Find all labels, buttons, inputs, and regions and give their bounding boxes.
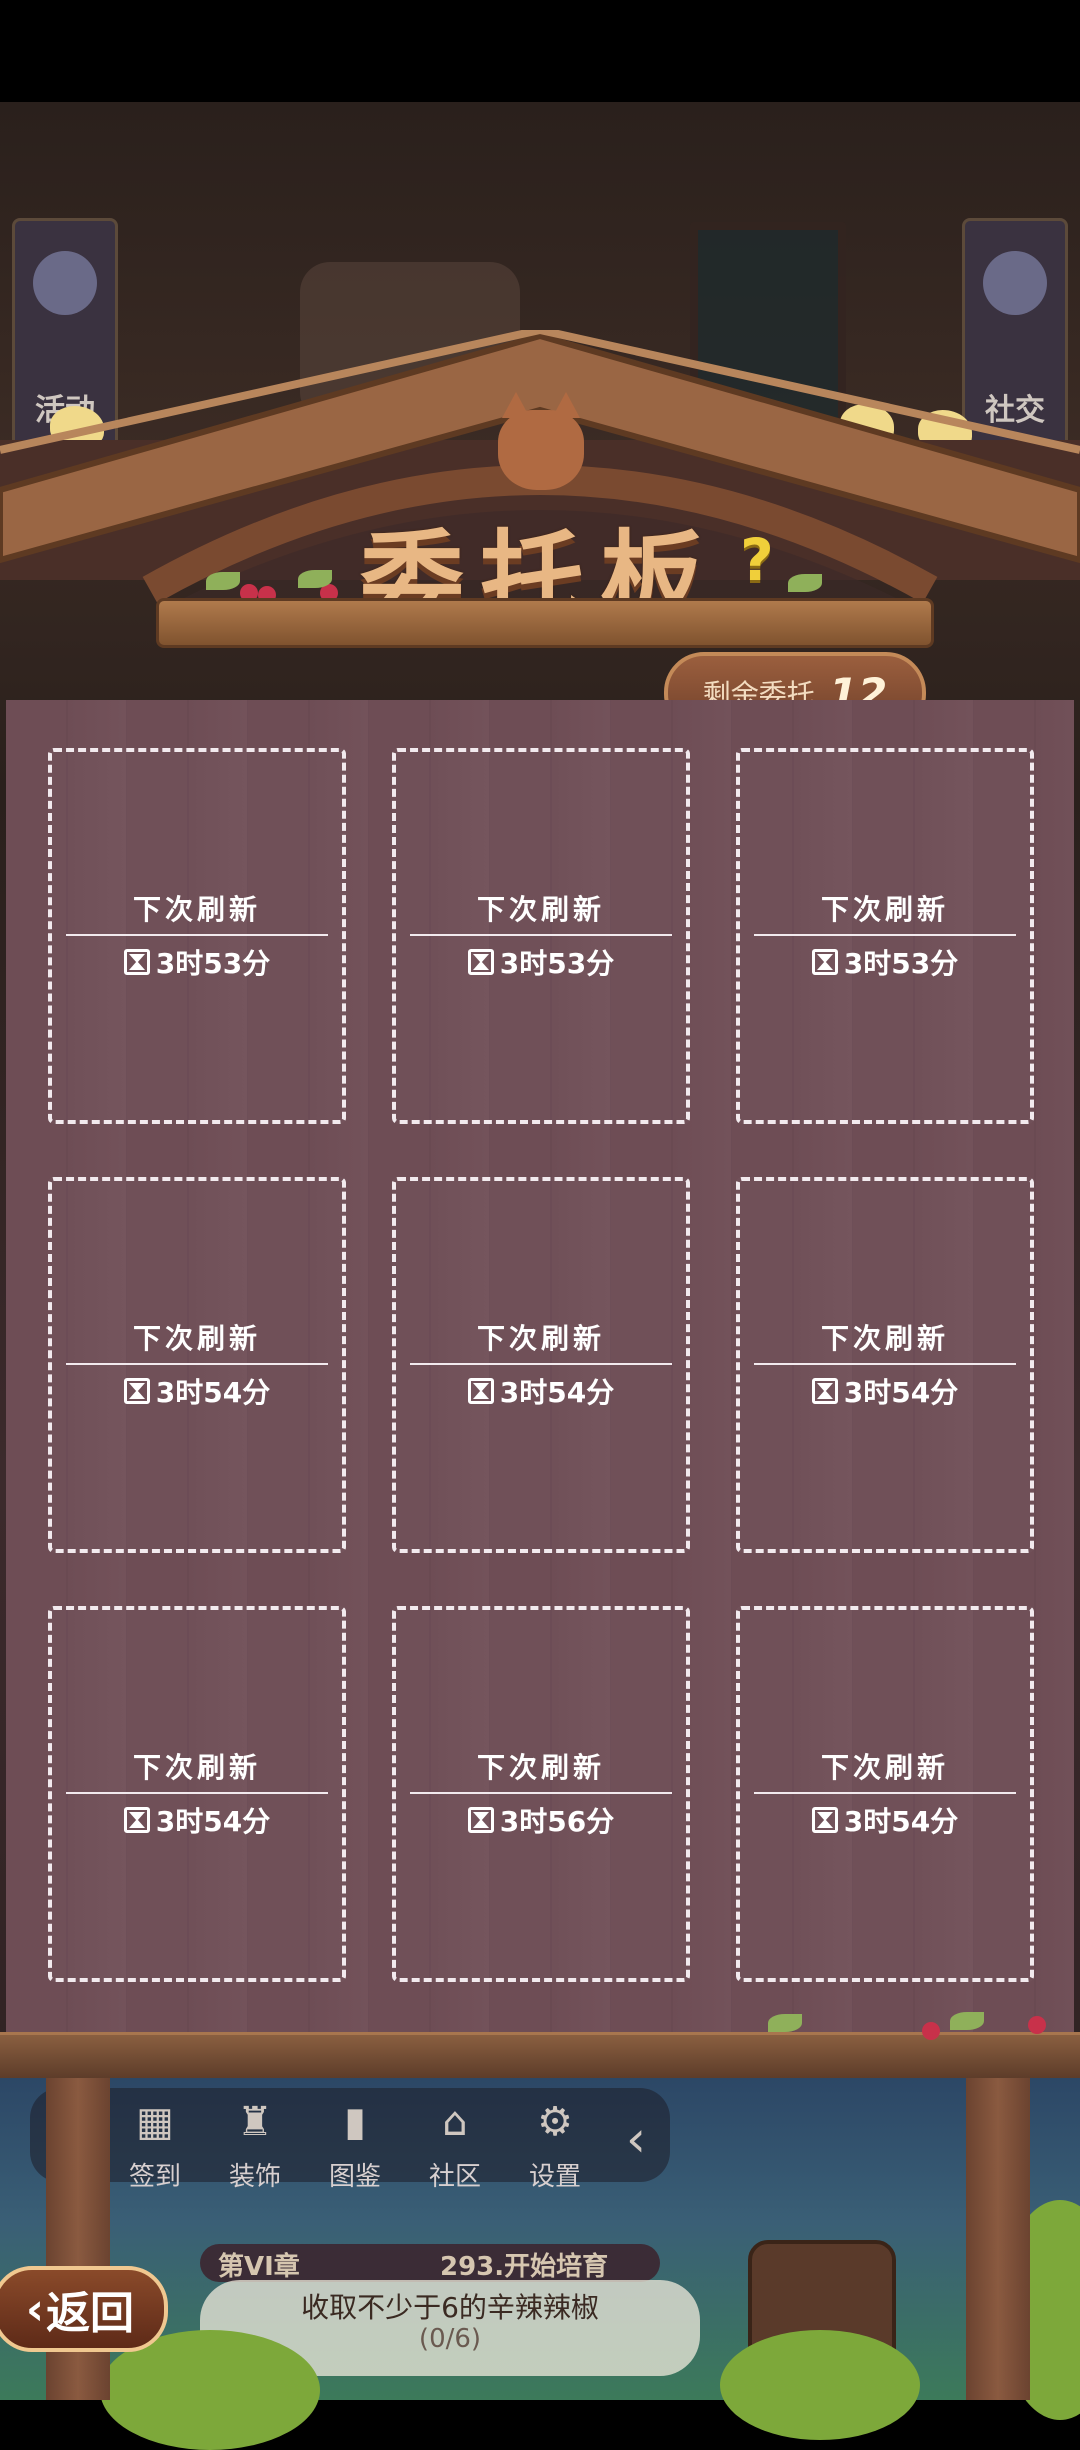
refresh-timer: 3时56分	[396, 1800, 686, 1840]
menu-collection-button[interactable]: ▮ 图鉴	[310, 2098, 400, 2193]
next-refresh-label: 下次刷新	[820, 1322, 949, 1355]
divider	[754, 1792, 1016, 1794]
refresh-timer: 3时53分	[396, 942, 686, 982]
commission-slot[interactable]: 下次刷新 3时54分	[736, 1177, 1034, 1553]
divider	[66, 934, 328, 936]
refresh-time: 3时54分	[499, 1376, 615, 1409]
divider	[410, 1363, 672, 1365]
divider	[754, 934, 1016, 936]
hourglass-icon	[811, 949, 838, 975]
next-refresh-label: 下次刷新	[476, 1751, 605, 1784]
board-post-right	[966, 2078, 1030, 2400]
refresh-time: 3时54分	[843, 1805, 959, 1838]
divider	[410, 1792, 672, 1794]
refresh-time: 3时53分	[499, 947, 615, 980]
bush-decoration	[720, 2330, 920, 2440]
hourglass-icon	[467, 1378, 494, 1404]
next-refresh-label: 下次刷新	[132, 1322, 261, 1355]
menu-item-label: 装饰	[228, 2162, 281, 2192]
leaf-decoration	[788, 574, 822, 592]
commission-slot[interactable]: 下次刷新 3时54分	[736, 1606, 1034, 1982]
refresh-time: 3时56分	[499, 1805, 615, 1838]
refresh-timer: 3时53分	[52, 942, 342, 982]
next-refresh-label: 下次刷新	[132, 893, 261, 926]
board-beam	[0, 2032, 1080, 2081]
next-refresh-label: 下次刷新	[476, 1322, 605, 1355]
menu-decor-button[interactable]: ♜ 装饰	[210, 2098, 300, 2193]
hourglass-icon	[811, 1807, 838, 1833]
leaf-decoration	[206, 572, 240, 590]
back-button[interactable]: ‹ 返回	[0, 2266, 168, 2352]
commission-slot[interactable]: 下次刷新 3时53分	[392, 748, 690, 1124]
commission-slot[interactable]: 下次刷新 3时54分	[48, 1606, 346, 1982]
cat-emblem	[498, 392, 584, 490]
refresh-time: 3时54分	[155, 1376, 271, 1409]
quest-description: 收取不少于6的辛辣辣椒	[301, 2291, 599, 2324]
menu-checkin-button[interactable]: ▦ 签到	[110, 2098, 200, 2193]
refresh-time: 3时53分	[843, 947, 959, 980]
leaf-decoration	[768, 2014, 802, 2032]
refresh-timer: 3时54分	[396, 1371, 686, 1411]
berry-decoration	[1028, 2016, 1046, 2034]
commission-slot[interactable]: 下次刷新 3时54分	[392, 1177, 690, 1553]
task-title: 293.开始培育	[440, 2252, 609, 2282]
event-icon	[33, 251, 97, 315]
refresh-timer: 3时54分	[740, 1371, 1030, 1411]
refresh-time: 3时54分	[843, 1376, 959, 1409]
commission-slot[interactable]: 下次刷新 3时53分	[48, 748, 346, 1124]
hourglass-icon	[123, 949, 150, 975]
refresh-timer: 3时54分	[740, 1800, 1030, 1840]
divider	[66, 1363, 328, 1365]
hourglass-icon	[467, 949, 494, 975]
chapter-label: 第VI章	[218, 2252, 300, 2282]
hourglass-icon	[123, 1807, 150, 1833]
gear-icon: ⚙	[537, 2099, 573, 2145]
status-bar	[0, 0, 1080, 102]
menu-community-button[interactable]: ⌂ 社区	[410, 2098, 500, 2193]
commission-slot[interactable]: 下次刷新 3时54分	[48, 1177, 346, 1553]
next-refresh-label: 下次刷新	[132, 1751, 261, 1784]
refresh-time: 3时54分	[155, 1805, 271, 1838]
leaf-decoration	[298, 570, 332, 588]
divider	[754, 1363, 1016, 1365]
castle-icon: ♜	[237, 2099, 273, 2145]
collapse-menu-button[interactable]: ‹	[626, 2110, 646, 2168]
commission-slot[interactable]: 下次刷新 3时53分	[736, 748, 1034, 1124]
hourglass-icon	[811, 1378, 838, 1404]
refresh-timer: 3时53分	[740, 942, 1030, 982]
help-icon[interactable]: ?	[732, 530, 782, 590]
back-label: 返回	[46, 2288, 135, 2339]
next-refresh-label: 下次刷新	[820, 893, 949, 926]
menu-item-label: 社区	[428, 2162, 481, 2192]
divider	[66, 1792, 328, 1794]
divider	[410, 934, 672, 936]
title-plaque	[156, 598, 934, 648]
hourglass-icon	[467, 1807, 494, 1833]
refresh-time: 3时53分	[155, 947, 271, 980]
book-icon: ▮	[343, 2099, 366, 2145]
house-icon: ⌂	[442, 2099, 468, 2145]
chevron-left-icon: ‹	[25, 2283, 45, 2335]
menu-item-label: 设置	[528, 2162, 581, 2192]
berry-decoration	[922, 2022, 940, 2040]
next-refresh-label: 下次刷新	[476, 893, 605, 926]
social-icon	[983, 251, 1047, 315]
leaf-decoration	[950, 2012, 984, 2030]
refresh-timer: 3时54分	[52, 1371, 342, 1411]
refresh-timer: 3时54分	[52, 1800, 342, 1840]
commission-slot[interactable]: 下次刷新 3时56分	[392, 1606, 690, 1982]
menu-item-label: 图鉴	[328, 2162, 381, 2192]
menu-settings-button[interactable]: ⚙ 设置	[510, 2098, 600, 2193]
menu-item-label: 签到	[128, 2162, 181, 2192]
hourglass-icon	[123, 1378, 150, 1404]
next-refresh-label: 下次刷新	[820, 1751, 949, 1784]
calendar-check-icon: ▦	[136, 2099, 174, 2145]
